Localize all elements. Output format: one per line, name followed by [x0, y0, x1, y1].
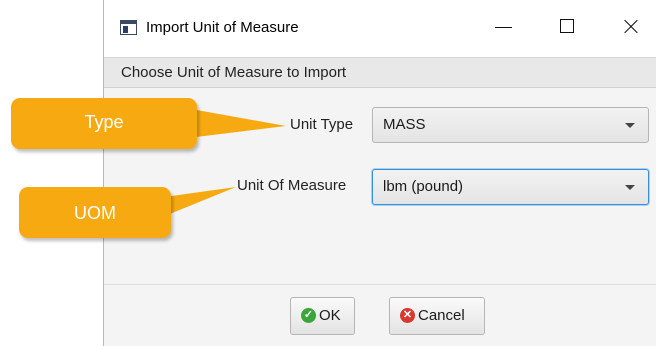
uom-callout-label: UOM: [74, 203, 116, 223]
minimize-icon[interactable]: [492, 16, 516, 38]
ok-button-label: OK: [319, 307, 341, 324]
header-text: Choose Unit of Measure to Import: [121, 64, 347, 81]
import-uom-dialog: Import Unit of Measure Choose Unit of Me…: [103, 0, 656, 346]
chevron-down-icon: [625, 123, 635, 128]
cancel-button-label: Cancel: [418, 307, 465, 324]
type-callout-label: Type: [84, 112, 124, 132]
uom-callout: UOM: [19, 187, 171, 238]
unit-of-measure-label: Unit Of Measure: [237, 177, 347, 194]
chevron-down-icon: [625, 185, 635, 190]
unit-type-dropdown[interactable]: MASS: [372, 107, 649, 143]
footer-divider: [104, 284, 656, 285]
cancel-button[interactable]: ✕ Cancel: [389, 297, 485, 335]
unit-of-measure-dropdown[interactable]: lbm (pound): [372, 169, 649, 205]
dialog-header: Choose Unit of Measure to Import: [104, 57, 656, 88]
maximize-icon[interactable]: [556, 16, 580, 38]
close-icon[interactable]: [619, 16, 643, 38]
window-title: Import Unit of Measure: [146, 19, 299, 36]
x-circle-icon: ✕: [400, 308, 415, 323]
unit-type-label: Unit Type: [290, 116, 354, 133]
window-app-icon: [120, 20, 137, 35]
unit-type-value: MASS: [383, 116, 426, 133]
unit-of-measure-value: lbm (pound): [383, 178, 464, 195]
title-bar[interactable]: Import Unit of Measure: [104, 0, 656, 57]
check-circle-icon: ✓: [301, 308, 316, 323]
ok-button[interactable]: ✓ OK: [290, 297, 355, 335]
type-callout: Type: [11, 98, 197, 149]
